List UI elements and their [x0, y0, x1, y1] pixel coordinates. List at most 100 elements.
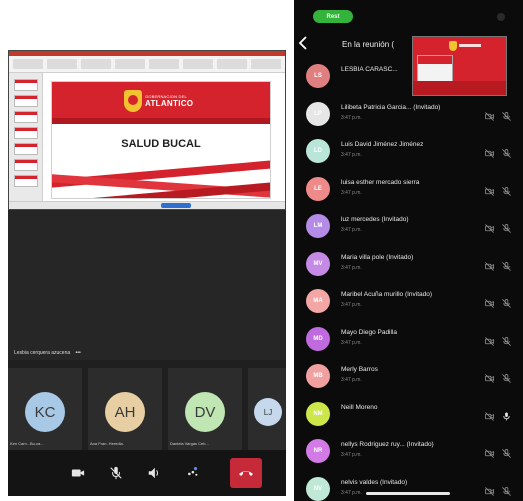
tile-name: Daniela Vargas Ceb...: [170, 441, 209, 446]
participant-join-time: 3:47 p.m.: [341, 152, 362, 158]
powerpoint-ribbon: [9, 51, 285, 73]
speaker-icon: [148, 467, 159, 479]
participant-row[interactable]: LP Lilibeta Patricia Garcia... (Invitado)…: [294, 96, 523, 134]
camera-button[interactable]: [70, 465, 86, 481]
main-video-area: [8, 210, 286, 360]
participant-status-icons: [485, 370, 511, 383]
hangup-button[interactable]: [230, 458, 262, 488]
participant-row[interactable]: LS LESBIA CARASC...: [294, 58, 523, 96]
participant-join-time: 3:47 p.m.: [341, 264, 362, 271]
microphone-off-icon: [502, 333, 511, 346]
participant-name: Luis David Jiménez Jiménez: [341, 141, 424, 148]
camera-off-icon: [485, 145, 494, 158]
active-speaker-label: Lesbia cerquera azucena •••: [14, 350, 81, 356]
participant-name: Mayo Diego Padilla: [341, 328, 398, 336]
slide-title: SALUD BUCAL: [121, 138, 201, 150]
microphone-off-icon: [502, 145, 511, 158]
participant-row[interactable]: MA Maribel Acuña murillo (Invitado) 3:47 p…: [294, 283, 523, 321]
status-dot: [497, 13, 505, 21]
participant-row[interactable]: MV Maria villa pole (Invitado) 3:47 p.m.: [294, 246, 523, 284]
avatar: LM: [306, 214, 330, 238]
participant-name: luz mercedes (Invitado): [341, 216, 409, 223]
participant-name: Lilibeta Patricia Garcia... (Invitado): [341, 103, 441, 111]
participant-tile[interactable]: DV Daniela Vargas Ceb...: [168, 368, 242, 450]
microphone-off-icon: [502, 220, 511, 233]
avatar: NR: [306, 439, 330, 463]
participant-status-icons: [485, 445, 511, 458]
microphone-icon: [502, 408, 511, 421]
participant-row[interactable]: NR nellys Rodriguez ruy... (Invitado) 3:47…: [294, 433, 523, 471]
participant-name: Maria villa pole (Invitado): [341, 253, 414, 261]
camera-off-icon: [485, 295, 494, 308]
participant-status-icons: [485, 183, 511, 196]
call-controls: [8, 450, 286, 496]
camera-off-icon: [485, 220, 494, 233]
slide-thumbnails: [9, 73, 43, 203]
crest-icon: [124, 90, 142, 112]
home-indicator[interactable]: [366, 492, 450, 495]
avatar: NM: [306, 401, 330, 426]
powerpoint-status-bar: [9, 201, 285, 209]
back-button[interactable]: [298, 36, 308, 53]
avatar: LE: [306, 176, 330, 201]
participants-icon: [188, 467, 198, 476]
participant-row[interactable]: MD Mayo Diego Padilla 3:47 p.m.: [294, 321, 523, 359]
microphone-off-icon: [502, 445, 511, 458]
participant-name: LESBIA CARASC...: [341, 66, 398, 73]
camera-off-icon: [485, 483, 494, 496]
participant-join-time: 3:47 p.m.: [341, 302, 362, 308]
phone-participants-view: Rest En la reunión ( LS LESBIA CARASC... L…: [294, 0, 523, 501]
participant-row[interactable]: LE luisa esther mercado sierra 3:47 p.m.: [294, 171, 523, 209]
avatar: AH: [105, 392, 145, 432]
camera-icon: [71, 469, 85, 477]
participant-row[interactable]: MB Merly Barros 3:47 p.m.: [294, 358, 523, 396]
participant-status-icons: [485, 108, 511, 121]
hangup-icon: [239, 471, 253, 476]
participant-row[interactable]: NM Neill Moreno: [294, 396, 523, 434]
participant-row[interactable]: NV nelvis valdes (Invitado) 3:47 p.m.: [294, 471, 523, 501]
camera-off-icon: [485, 258, 494, 271]
participant-join-time: 3:47 p.m.: [341, 227, 362, 233]
participant-tile[interactable]: AH Ana Fran. Heredia.: [88, 368, 162, 450]
header-title: En la reunión (: [342, 40, 395, 49]
gobernacion-logo: GOBERNACION DEL ATLANTICO: [124, 90, 193, 112]
participant-name: nelvis valdes (Invitado): [341, 478, 408, 486]
participants-button[interactable]: [184, 465, 200, 481]
status-pill[interactable]: Rest: [313, 10, 353, 23]
active-speaker-name: Lesbia cerquera azucena: [14, 350, 71, 356]
avatar: MV: [306, 251, 330, 276]
avatar: MA: [306, 289, 330, 313]
microphone-icon: [110, 466, 122, 480]
participant-join-time: 3:47 p.m.: [341, 377, 362, 383]
participant-status-icons: [485, 408, 511, 421]
participant-name: nellys Rodriguez ruy... (Invitado): [341, 441, 434, 448]
participant-tiles: KC Ken Cam...Bu.ca... AH Ana Fran. Hered…: [8, 368, 286, 450]
camera-off-icon: [485, 445, 494, 458]
microphone-off-icon: [502, 483, 511, 496]
tablet-meeting-view: GOBERNACION DEL ATLANTICO SALUD BUCAL Le…: [8, 50, 286, 496]
participant-tile[interactable]: LJ: [248, 368, 286, 450]
avatar: NV: [306, 476, 330, 501]
participant-tile[interactable]: KC Ken Cam...Bu.ca...: [8, 368, 82, 450]
camera-off-icon: [485, 408, 494, 421]
microphone-off-icon: [502, 258, 511, 271]
camera-off-icon: [485, 333, 494, 346]
participant-row[interactable]: LD Luis David Jiménez Jiménez 3:47 p.m.: [294, 133, 523, 171]
participant-join-time: 3:47 p.m.: [341, 452, 362, 458]
participant-row[interactable]: LM luz mercedes (Invitado) 3:47 p.m.: [294, 208, 523, 246]
microphone-button[interactable]: [108, 465, 124, 481]
avatar: KC: [25, 392, 65, 432]
speaker-button[interactable]: [146, 465, 162, 481]
avatar: MD: [306, 326, 330, 351]
camera-off-icon: [485, 183, 494, 196]
participant-name: Merly Barros: [341, 366, 378, 373]
participant-status-icons: [485, 295, 511, 308]
participant-name: Neill Moreno: [341, 403, 378, 411]
more-options-button[interactable]: •••: [76, 350, 81, 356]
participant-status-icons: [485, 483, 511, 496]
participant-join-time: 3:47 p.m.: [341, 339, 362, 346]
camera-off-icon: [485, 108, 494, 121]
participant-join-time: 3:47 p.m.: [341, 114, 362, 121]
participant-join-time: 3:47 p.m.: [341, 489, 362, 496]
participant-list: LS LESBIA CARASC... LP Lilibeta Patricia Ga…: [294, 58, 523, 501]
